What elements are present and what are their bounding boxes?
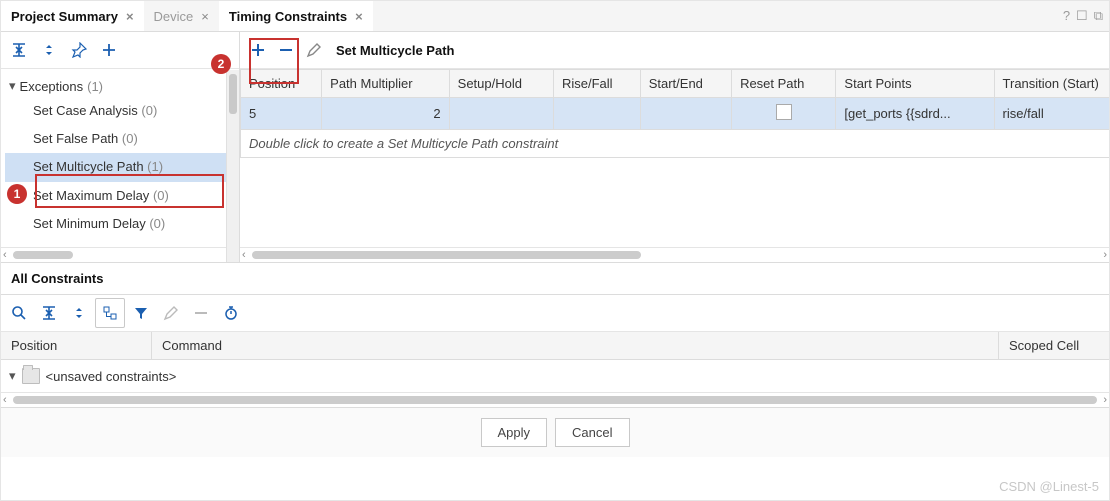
- vertical-scrollbar[interactable]: [226, 70, 239, 262]
- collapse-all-icon[interactable]: [5, 36, 33, 64]
- col-transition-start[interactable]: Transition (Start): [994, 70, 1109, 98]
- unsaved-label: <unsaved constraints>: [46, 369, 177, 384]
- apply-button[interactable]: Apply: [481, 418, 548, 447]
- col-reset-path[interactable]: Reset Path: [732, 70, 836, 98]
- hint-text: Double click to create a Set Multicycle …: [241, 130, 1110, 158]
- tab-label: Timing Constraints: [229, 9, 347, 24]
- constraint-grid[interactable]: Position Path Multiplier Setup/Hold Rise…: [240, 69, 1109, 247]
- cell-position[interactable]: 5: [241, 98, 322, 130]
- bottom-toolbar: [1, 295, 1109, 332]
- bottom-hscroll[interactable]: ‹›: [1, 392, 1109, 407]
- scroll-left-icon[interactable]: ‹: [3, 394, 7, 406]
- collapse-all-icon[interactable]: [35, 299, 63, 327]
- remove-icon: [187, 299, 215, 327]
- col-scoped[interactable]: Scoped Cell: [999, 332, 1109, 359]
- cell-startend[interactable]: [640, 98, 731, 130]
- filter-icon[interactable]: [127, 299, 155, 327]
- tab-project-summary[interactable]: Project Summary ×: [1, 1, 144, 31]
- tree-item-multicycle-path[interactable]: Set Multicycle Path (1): [5, 153, 235, 181]
- tree-item-false-path[interactable]: Set False Path (0): [5, 125, 235, 153]
- scroll-left-icon[interactable]: ‹: [3, 249, 7, 261]
- expand-all-icon[interactable]: [65, 299, 93, 327]
- bottom-body: ▾ <unsaved constraints>: [1, 360, 1109, 392]
- scroll-left-icon[interactable]: ‹: [242, 249, 246, 261]
- right-pane: Set Multicycle Path Position Path Multip…: [240, 32, 1109, 262]
- edit-icon: [157, 299, 185, 327]
- chevron-down-icon[interactable]: ▾: [9, 368, 16, 384]
- right-toolbar: Set Multicycle Path: [240, 32, 1109, 69]
- close-icon[interactable]: ×: [126, 10, 134, 23]
- left-pane: ▾ Exceptions (1) Set Case Analysis (0) S…: [1, 32, 240, 262]
- tab-device[interactable]: Device ×: [144, 1, 219, 31]
- window-controls: ? ☐ ⧉: [1063, 8, 1109, 24]
- bottom-pane: All Constraints Position Command Scoped …: [1, 263, 1109, 500]
- button-row: Apply Cancel: [1, 407, 1109, 457]
- right-hscroll[interactable]: ‹›: [240, 247, 1109, 262]
- scroll-right-icon[interactable]: ›: [1103, 394, 1107, 406]
- tree-group-label: Exceptions: [20, 79, 84, 94]
- hint-row[interactable]: Double click to create a Set Multicycle …: [241, 130, 1110, 158]
- col-rise-fall[interactable]: Rise/Fall: [554, 70, 641, 98]
- tabbar: Project Summary × Device × Timing Constr…: [1, 1, 1109, 32]
- scroll-right-icon[interactable]: ›: [1103, 249, 1107, 261]
- add-constraint-button[interactable]: [244, 36, 272, 64]
- tab-label: Device: [154, 9, 194, 24]
- edit-constraint-button[interactable]: [300, 36, 328, 64]
- left-hscroll[interactable]: ‹›: [1, 247, 239, 262]
- add-icon[interactable]: [95, 36, 123, 64]
- left-toolbar: [1, 32, 239, 69]
- callout-1: 1: [7, 184, 27, 204]
- cell-risefall[interactable]: [554, 98, 641, 130]
- main-row: ▾ Exceptions (1) Set Case Analysis (0) S…: [1, 32, 1109, 263]
- app-root: Project Summary × Device × Timing Constr…: [0, 0, 1110, 501]
- col-position[interactable]: Position: [1, 332, 152, 359]
- cell-setup[interactable]: [449, 98, 553, 130]
- bottom-header-row: Position Command Scoped Cell: [1, 332, 1109, 360]
- timer-icon[interactable]: [217, 299, 245, 327]
- cancel-button[interactable]: Cancel: [555, 418, 629, 447]
- cell-multiplier[interactable]: 2: [322, 98, 450, 130]
- tree-item-case-analysis[interactable]: Set Case Analysis (0): [5, 97, 235, 125]
- close-icon[interactable]: ×: [201, 10, 209, 23]
- col-setup-hold[interactable]: Setup/Hold: [449, 70, 553, 98]
- cell-startpoints[interactable]: [get_ports {{sdrd...: [836, 98, 994, 130]
- maximize-icon[interactable]: ☐: [1076, 8, 1088, 24]
- grid-header-row: Position Path Multiplier Setup/Hold Rise…: [241, 70, 1110, 98]
- unsaved-row[interactable]: ▾ <unsaved constraints>: [7, 366, 1103, 386]
- col-start-end[interactable]: Start/End: [640, 70, 731, 98]
- checkbox-icon[interactable]: [776, 104, 792, 120]
- tree-group-exceptions[interactable]: ▾ Exceptions (1): [5, 75, 235, 97]
- col-multiplier[interactable]: Path Multiplier: [322, 70, 450, 98]
- col-start-points[interactable]: Start Points: [836, 70, 994, 98]
- col-command[interactable]: Command: [152, 332, 999, 359]
- watermark: CSDN @Linest-5: [999, 479, 1099, 494]
- folder-icon: [22, 368, 40, 384]
- restore-icon[interactable]: ⧉: [1094, 8, 1103, 24]
- table-row[interactable]: 5 2 [get_ports {{sdrd... rise/fall: [241, 98, 1110, 130]
- search-icon[interactable]: [5, 299, 33, 327]
- pin-icon[interactable]: [65, 36, 93, 64]
- cell-transition[interactable]: rise/fall: [994, 98, 1109, 130]
- all-constraints-title: All Constraints: [1, 263, 1109, 295]
- tree-group-count: (1): [87, 79, 103, 94]
- help-icon[interactable]: ?: [1063, 8, 1070, 24]
- chevron-down-icon: ▾: [9, 78, 16, 94]
- tree-item-max-delay[interactable]: Set Maximum Delay (0): [5, 182, 235, 210]
- constraint-tree: ▾ Exceptions (1) Set Case Analysis (0) S…: [1, 69, 239, 247]
- close-icon[interactable]: ×: [355, 10, 363, 23]
- remove-constraint-button[interactable]: [272, 36, 300, 64]
- cell-reset[interactable]: [732, 98, 836, 130]
- tree-mode-icon[interactable]: [95, 298, 125, 328]
- callout-2: 2: [211, 54, 231, 74]
- tab-label: Project Summary: [11, 9, 118, 24]
- right-title: Set Multicycle Path: [336, 43, 454, 58]
- tree-item-min-delay[interactable]: Set Minimum Delay (0): [5, 210, 235, 238]
- col-position[interactable]: Position: [241, 70, 322, 98]
- tab-timing-constraints[interactable]: Timing Constraints ×: [219, 1, 373, 31]
- expand-all-icon[interactable]: [35, 36, 63, 64]
